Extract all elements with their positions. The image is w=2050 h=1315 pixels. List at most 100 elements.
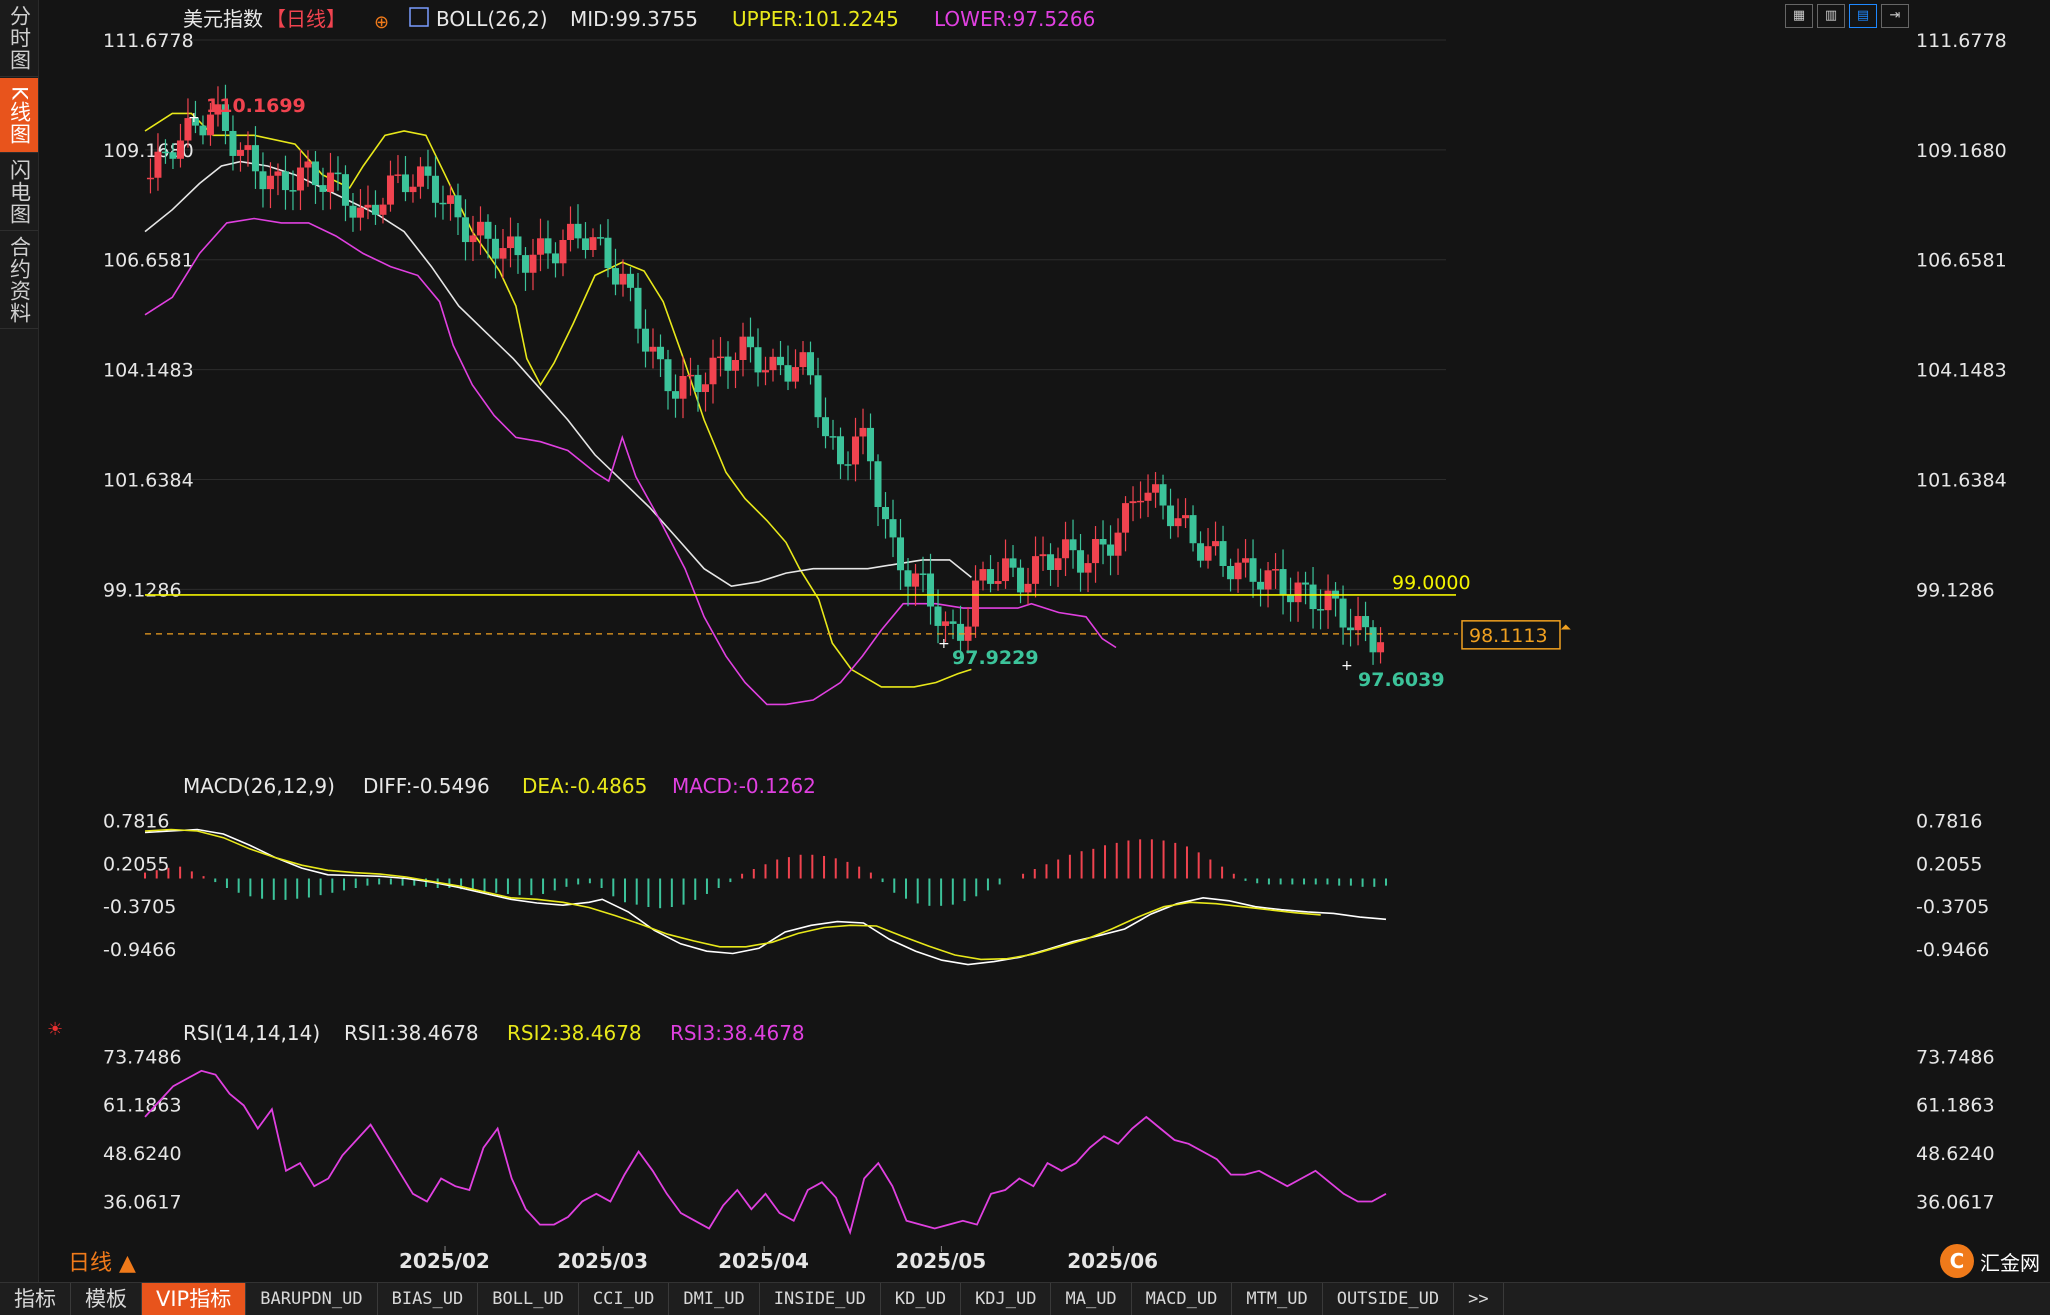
candle-body bbox=[1009, 558, 1017, 568]
indicator-tab[interactable]: KDJ_UD bbox=[961, 1283, 1052, 1315]
candle-body bbox=[1107, 544, 1115, 556]
grid-icon[interactable]: ▦ bbox=[1785, 4, 1813, 28]
candle-body bbox=[161, 151, 169, 154]
macd-tick-left: -0.9466 bbox=[103, 939, 176, 961]
candle-body bbox=[716, 356, 724, 359]
candle-body bbox=[649, 346, 657, 352]
instrument-name: 美元指数 bbox=[183, 7, 263, 31]
add-indicator-icon[interactable]: ⊕ bbox=[374, 12, 389, 33]
boll-lower: LOWER:97.5266 bbox=[934, 7, 1095, 31]
level-line-label: 99.0000 bbox=[1392, 572, 1471, 594]
candle-body bbox=[296, 167, 304, 191]
candle-body bbox=[626, 273, 634, 288]
tab-time-sharing-label: 分时图 bbox=[7, 5, 32, 71]
tab-contract-info-label: 合约资料 bbox=[7, 236, 32, 324]
candle-body bbox=[897, 537, 905, 571]
tab-flash-chart[interactable]: 闪电图 bbox=[0, 154, 38, 231]
x-tick-label: 2025/05 bbox=[895, 1249, 986, 1273]
x-tick-label: 2025/03 bbox=[557, 1249, 648, 1273]
chart-area[interactable]: 美元指数 【日线】 ⊕ BOLL(26,2) MID:99.3755 UPPER… bbox=[38, 0, 2050, 1282]
boll-mid-line bbox=[144, 160, 972, 588]
indicator-tab[interactable]: 模板 bbox=[71, 1283, 142, 1315]
price-marker-icon: ⏶ bbox=[1560, 620, 1571, 636]
indicator-tab[interactable]: DMI_UD bbox=[669, 1283, 760, 1315]
indicator-tab[interactable]: BARUPDN_UD bbox=[246, 1283, 378, 1315]
rsi-plot bbox=[144, 1069, 1387, 1236]
bar-chart-icon[interactable]: ▥ bbox=[1817, 4, 1845, 28]
period-switch[interactable]: 日线 ▲ bbox=[68, 1251, 136, 1276]
indicator-tab[interactable]: MACD_UD bbox=[1132, 1283, 1233, 1315]
indicator-tab[interactable]: OUTSIDE_UD bbox=[1323, 1283, 1455, 1315]
candle-body bbox=[1099, 538, 1107, 545]
candle-body bbox=[454, 195, 462, 218]
candle-body bbox=[927, 573, 935, 607]
candle-body bbox=[1369, 627, 1377, 653]
period-label: 【日线】 bbox=[266, 7, 346, 31]
candle-body bbox=[1242, 558, 1250, 563]
tab-contract-info[interactable]: 合约资料 bbox=[0, 232, 38, 329]
rsi-label: RSI(14,14,14) bbox=[183, 1021, 320, 1045]
indicator-tab[interactable]: MTM_UD bbox=[1232, 1283, 1323, 1315]
indicator-tab[interactable]: BOLL_UD bbox=[478, 1283, 579, 1315]
candle-body bbox=[769, 356, 777, 371]
candle-body bbox=[1287, 595, 1295, 603]
indicator-tab[interactable]: KD_UD bbox=[881, 1283, 962, 1315]
high-annotation: 110.1699 bbox=[206, 95, 306, 117]
rsi-tick-right: 48.6240 bbox=[1916, 1143, 1995, 1165]
candle-body bbox=[1279, 569, 1287, 596]
low2-annotation: 97.6039 bbox=[1358, 669, 1445, 691]
rsi-tick-left: 36.0617 bbox=[103, 1191, 182, 1213]
candle-body bbox=[1354, 616, 1362, 631]
indicator-tab[interactable]: VIP指标 bbox=[142, 1283, 247, 1315]
candle-body bbox=[1144, 492, 1152, 501]
candle-body bbox=[679, 375, 687, 399]
price-tick-right: 104.1483 bbox=[1916, 360, 2007, 382]
candle-body bbox=[844, 464, 852, 466]
candle-chart-icon[interactable]: ▤ bbox=[1849, 4, 1877, 28]
indicator-tab[interactable]: CCI_UD bbox=[579, 1283, 670, 1315]
price-tick-left: 99.1286 bbox=[103, 579, 182, 601]
candle-body bbox=[461, 217, 469, 243]
indicator-tab[interactable]: >> bbox=[1454, 1283, 1504, 1315]
boll-upper-line bbox=[144, 112, 972, 688]
tab-time-sharing[interactable]: 分时图 bbox=[0, 0, 38, 77]
indicator-tab[interactable]: 指标 bbox=[0, 1283, 71, 1315]
candle-body bbox=[1174, 518, 1182, 527]
candle-body bbox=[1167, 505, 1175, 527]
indicator-tab[interactable]: BIAS_UD bbox=[378, 1283, 479, 1315]
macd-value: MACD:-0.1262 bbox=[672, 774, 816, 798]
candle-body bbox=[596, 237, 604, 239]
candle-body bbox=[1114, 532, 1122, 556]
indicator-tab[interactable]: INSIDE_UD bbox=[760, 1283, 881, 1315]
arrow-right-icon[interactable]: ⇥ bbox=[1881, 4, 1909, 28]
candle-body bbox=[1039, 554, 1047, 557]
macd-tick-right: 0.2055 bbox=[1916, 853, 1982, 875]
rsi-line bbox=[144, 1069, 1387, 1236]
indicator-tab[interactable]: MA_UD bbox=[1051, 1283, 1132, 1315]
candle-body bbox=[619, 273, 627, 285]
tab-kline[interactable]: K线图 bbox=[0, 78, 38, 153]
candle-body bbox=[1257, 581, 1265, 590]
candle-body bbox=[987, 569, 995, 584]
boll-icon[interactable] bbox=[409, 7, 429, 27]
candle-body bbox=[1189, 515, 1197, 544]
boll-mid: MID:99.3755 bbox=[570, 7, 698, 31]
rsi-tick-left: 48.6240 bbox=[103, 1143, 182, 1165]
candle-body bbox=[1234, 562, 1242, 580]
candle-body bbox=[949, 621, 957, 624]
macd-plot bbox=[144, 828, 1387, 966]
candle-body bbox=[521, 255, 529, 273]
x-tick-label: 2025/04 bbox=[718, 1249, 809, 1273]
settings-sun-icon[interactable]: ☀ bbox=[47, 1019, 63, 1040]
candle-body bbox=[739, 336, 747, 361]
candle-body bbox=[446, 195, 454, 204]
candle-body bbox=[994, 581, 1002, 584]
price-tick-right: 106.6581 bbox=[1916, 250, 2007, 272]
candle-body bbox=[671, 391, 679, 399]
boll-upper: UPPER:101.2245 bbox=[732, 7, 899, 31]
candle-body bbox=[867, 427, 875, 462]
candle-body bbox=[401, 174, 409, 193]
candle-body bbox=[536, 238, 544, 255]
candle-body bbox=[1264, 570, 1272, 590]
candle-body bbox=[919, 573, 927, 575]
